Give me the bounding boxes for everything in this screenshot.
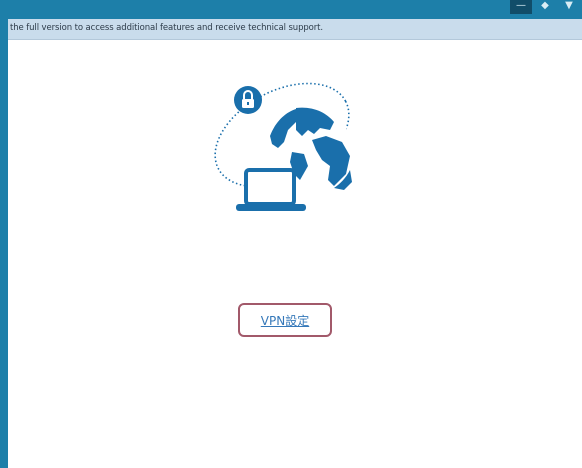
maximize-button[interactable]: ◆ — [536, 0, 554, 14]
minimize-icon: — — [516, 0, 526, 11]
close-button[interactable]: ▼ — [560, 0, 578, 14]
vpn-settings-link[interactable]: VPN設定 — [261, 312, 309, 329]
maximize-icon: ◆ — [541, 0, 549, 11]
lock-icon — [234, 86, 262, 114]
vpn-illustration — [214, 82, 352, 211]
trial-banner-text: the full version to access additional fe… — [10, 23, 324, 33]
title-bar: — ◆ ▼ — [0, 0, 582, 19]
vpn-settings-link-highlight[interactable]: VPN設定 — [238, 303, 332, 337]
app-window: — ◆ ▼ the full version to access additio… — [0, 0, 582, 468]
window-left-border — [0, 0, 8, 468]
close-icon: ▼ — [565, 0, 573, 11]
trial-banner: the full version to access additional fe… — [8, 19, 582, 40]
laptop-icon — [236, 168, 306, 211]
minimize-button[interactable]: — — [510, 0, 532, 14]
